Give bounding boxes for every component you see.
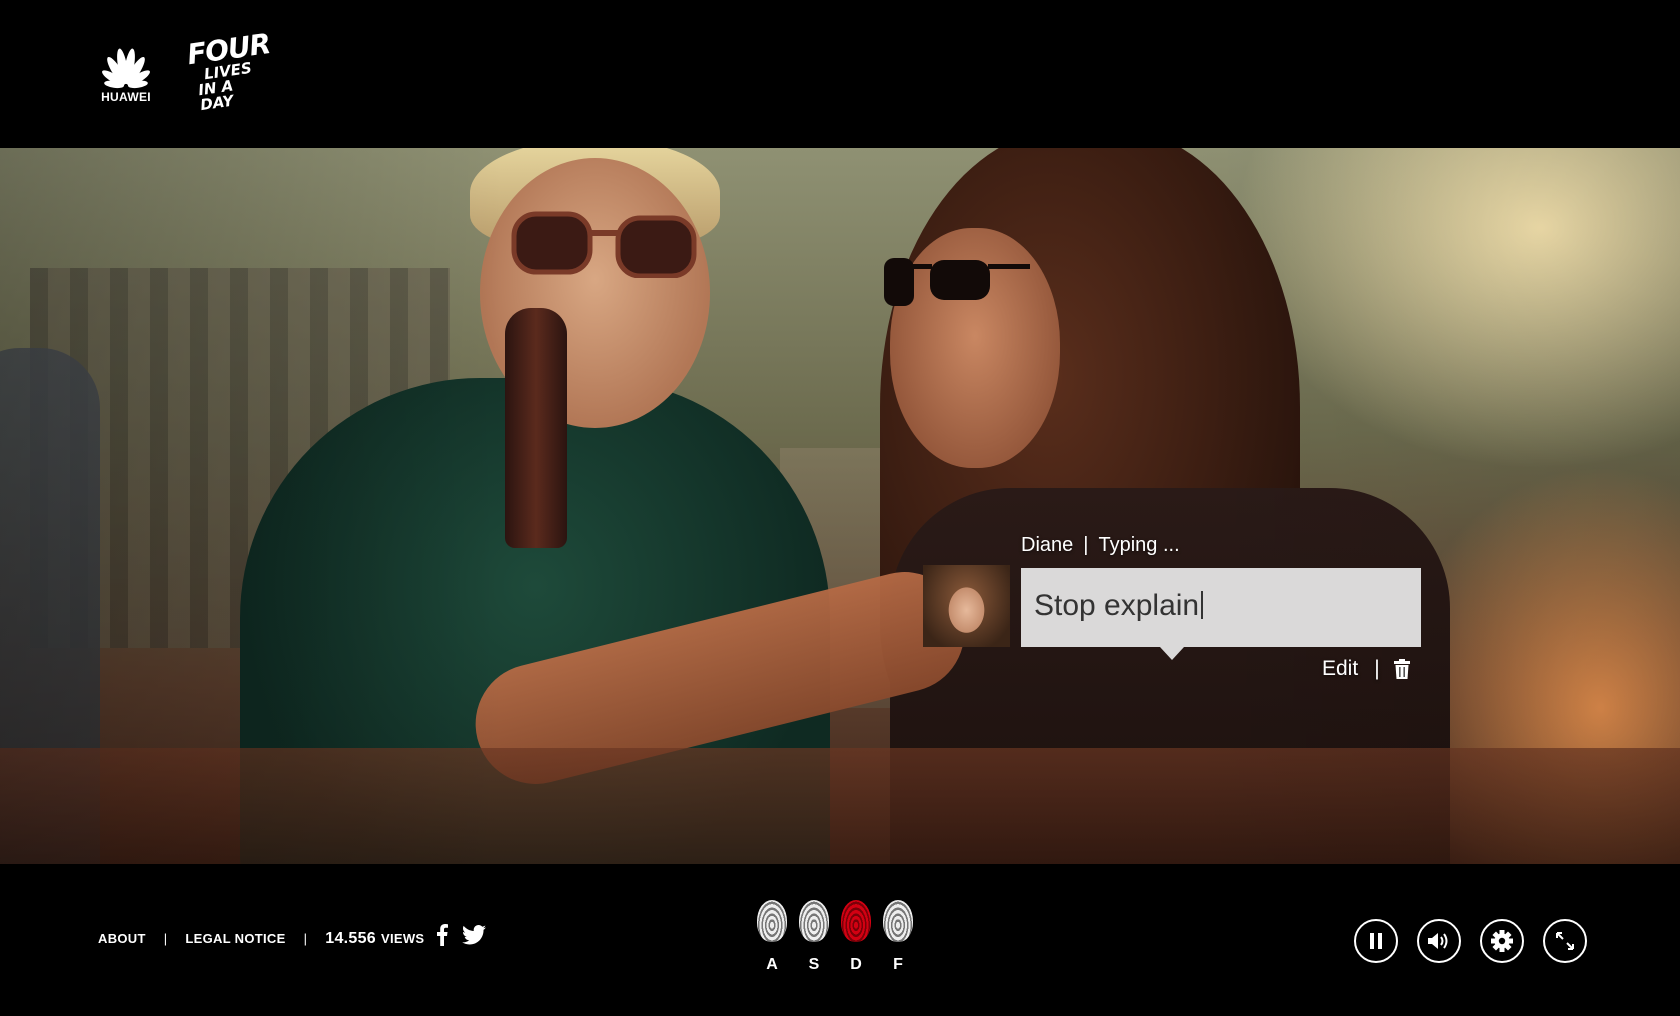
fingerprint-icon (799, 900, 829, 942)
volume-button[interactable] (1417, 919, 1461, 963)
facebook-icon[interactable] (436, 924, 448, 946)
video-player[interactable] (0, 148, 1680, 864)
chat-header-separator: | (1083, 534, 1089, 556)
edit-button[interactable]: Edit (1322, 657, 1358, 681)
fingerprint-s[interactable]: S (798, 900, 830, 974)
logo-line-in-a-day: IN A DAY (197, 76, 235, 115)
text-caret (1201, 591, 1204, 619)
pause-button[interactable] (1354, 919, 1398, 963)
volume-icon (1428, 933, 1448, 949)
fingerprint-key-label: F (893, 956, 903, 973)
fingerprint-f[interactable]: F (882, 900, 914, 974)
legal-notice-link[interactable]: LEGAL NOTICE (185, 931, 285, 946)
fingerprint-icon-active (841, 900, 871, 942)
social-links (436, 924, 486, 946)
footer: ABOUT | LEGAL NOTICE | 14.556 VIEWS A S … (0, 864, 1680, 1016)
header: HUAWEI FOUR LIVES IN A DAY (0, 0, 1680, 148)
chat-message-input[interactable]: Stop explain (1021, 568, 1421, 647)
player-controls (1354, 919, 1587, 963)
fingerprint-d[interactable]: D (840, 900, 872, 974)
huawei-wordmark: HUAWEI (101, 90, 151, 104)
footer-separator: | (163, 931, 168, 946)
trash-icon[interactable] (1393, 659, 1410, 679)
avatar (923, 565, 1010, 647)
chat-author-name: Diane (1021, 534, 1074, 556)
fullscreen-icon (1556, 932, 1574, 950)
pause-icon (1370, 933, 1382, 949)
fullscreen-button[interactable] (1543, 919, 1587, 963)
fingerprint-key-label: S (808, 956, 820, 973)
settings-button[interactable] (1480, 919, 1524, 963)
fingerprint-a[interactable]: A (756, 900, 788, 974)
chat-message-text: Stop explain (1034, 589, 1200, 622)
footer-links: ABOUT | LEGAL NOTICE | 14.556 VIEWS (98, 930, 424, 948)
message-actions: Edit | (1322, 657, 1410, 681)
huawei-petals-icon (102, 48, 150, 89)
views-label: VIEWS (381, 931, 425, 946)
footer-separator: | (303, 931, 308, 946)
chat-header: Diane | Typing ... (1021, 534, 1180, 557)
huawei-logo[interactable]: HUAWEI (96, 46, 156, 106)
about-link[interactable]: ABOUT (98, 931, 146, 946)
twitter-icon[interactable] (462, 925, 486, 945)
fingerprint-key-label: D (850, 956, 862, 973)
fingerprint-icon (883, 900, 913, 942)
four-lives-logo[interactable]: FOUR LIVES IN A DAY (185, 27, 272, 115)
video-vignette (0, 148, 1680, 864)
views-count: 14.556 (325, 930, 376, 947)
fingerprint-key-label: A (766, 956, 778, 973)
chat-typing-status: Typing ... (1098, 534, 1180, 556)
actions-separator: | (1374, 657, 1380, 680)
settings-icon (1491, 930, 1513, 952)
fingerprint-selector: A S D F (756, 900, 914, 974)
speech-bubble-tail (1160, 647, 1184, 660)
fingerprint-icon (757, 900, 787, 942)
